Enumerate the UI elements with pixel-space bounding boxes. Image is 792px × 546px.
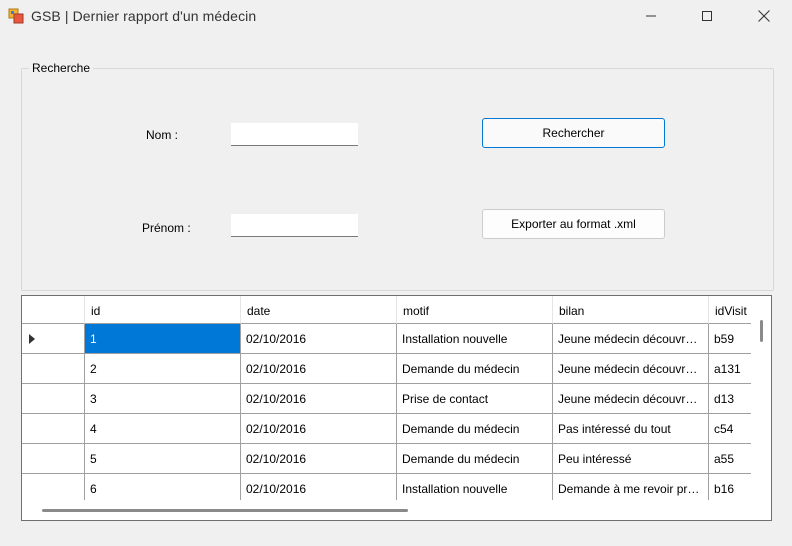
nom-label: Nom :: [146, 128, 179, 142]
cell-id[interactable]: 3: [85, 384, 241, 414]
cell-date[interactable]: 02/10/2016: [241, 384, 397, 414]
cell-id[interactable]: 5: [85, 444, 241, 474]
grid-header-row: id date motif bilan idVisit: [22, 296, 752, 324]
maximize-button[interactable]: [684, 0, 730, 32]
cell-id[interactable]: 2: [85, 354, 241, 384]
horizontal-scrollbar[interactable]: [22, 500, 771, 520]
cell-id[interactable]: 1: [85, 324, 241, 354]
row-header-corner[interactable]: [22, 296, 85, 324]
row-header[interactable]: [22, 414, 85, 444]
cell-id[interactable]: 4: [85, 414, 241, 444]
column-header-bilan[interactable]: bilan: [553, 296, 709, 324]
cell-motif[interactable]: Prise de contact: [397, 384, 553, 414]
row-header[interactable]: [22, 384, 85, 414]
cell-date[interactable]: 02/10/2016: [241, 324, 397, 354]
cell-bilan[interactable]: Jeune médecin découvrant le métier: [553, 324, 709, 354]
cell-idvisit[interactable]: b59: [709, 324, 752, 354]
table-row[interactable]: 3 02/10/2016 Prise de contact Jeune méde…: [22, 384, 752, 414]
search-groupbox: [21, 68, 774, 291]
app-icon: [8, 8, 24, 24]
column-header-date[interactable]: date: [241, 296, 397, 324]
cell-idvisit[interactable]: b16: [709, 474, 752, 500]
cell-motif[interactable]: Demande du médecin: [397, 414, 553, 444]
column-header-idvisit[interactable]: idVisit: [709, 296, 752, 324]
vertical-scrollbar[interactable]: [751, 296, 771, 500]
minimize-icon: [646, 15, 656, 17]
vertical-scroll-thumb[interactable]: [760, 320, 763, 342]
cell-idvisit[interactable]: a55: [709, 444, 752, 474]
table-row[interactable]: 1 02/10/2016 Installation nouvelle Jeune…: [22, 324, 752, 354]
cell-id[interactable]: 6: [85, 474, 241, 500]
prenom-input[interactable]: [231, 214, 358, 237]
minimize-button[interactable]: [628, 0, 674, 32]
title-bar[interactable]: GSB | Dernier rapport d'un médecin: [0, 0, 792, 32]
cell-bilan[interactable]: Jeune médecin découvrant le métier: [553, 354, 709, 384]
window-title: GSB | Dernier rapport d'un médecin: [31, 8, 257, 24]
rapports-grid[interactable]: id date motif bilan idVisit 1 02/10/2016…: [21, 295, 772, 521]
cell-date[interactable]: 02/10/2016: [241, 414, 397, 444]
prenom-label: Prénom :: [142, 221, 191, 235]
row-header[interactable]: [22, 354, 85, 384]
table-row[interactable]: 5 02/10/2016 Demande du médecin Peu inté…: [22, 444, 752, 474]
column-header-motif[interactable]: motif: [397, 296, 553, 324]
cell-motif[interactable]: Installation nouvelle: [397, 324, 553, 354]
cell-idvisit[interactable]: c54: [709, 414, 752, 444]
cell-motif[interactable]: Demande du médecin: [397, 444, 553, 474]
close-button[interactable]: [741, 0, 787, 32]
row-header[interactable]: [22, 474, 85, 500]
close-icon: [758, 10, 770, 22]
search-group-title: Recherche: [29, 61, 94, 75]
export-xml-button[interactable]: Exporter au format .xml: [482, 209, 665, 239]
grid-viewport: id date motif bilan idVisit 1 02/10/2016…: [22, 296, 752, 500]
cell-motif[interactable]: Installation nouvelle: [397, 474, 553, 500]
rechercher-button[interactable]: Rechercher: [482, 118, 665, 148]
horizontal-scroll-thumb[interactable]: [42, 509, 408, 512]
cell-idvisit[interactable]: d13: [709, 384, 752, 414]
cell-bilan[interactable]: Jeune médecin découvrant le métier: [553, 384, 709, 414]
table-row[interactable]: 2 02/10/2016 Demande du médecin Jeune mé…: [22, 354, 752, 384]
cell-date[interactable]: 02/10/2016: [241, 354, 397, 384]
column-header-id[interactable]: id: [85, 296, 241, 324]
row-header[interactable]: [22, 324, 85, 354]
table-row[interactable]: 4 02/10/2016 Demande du médecin Pas inté…: [22, 414, 752, 444]
cell-bilan[interactable]: Peu intéressé: [553, 444, 709, 474]
table-row[interactable]: 6 02/10/2016 Installation nouvelle Deman…: [22, 474, 752, 500]
current-row-arrow-icon: [29, 334, 35, 344]
nom-input[interactable]: [231, 123, 358, 146]
cell-idvisit[interactable]: a131: [709, 354, 752, 384]
cell-bilan[interactable]: Pas intéressé du tout: [553, 414, 709, 444]
cell-motif[interactable]: Demande du médecin: [397, 354, 553, 384]
row-header[interactable]: [22, 444, 85, 474]
cell-bilan[interactable]: Demande à me revoir prochainement: [553, 474, 709, 500]
maximize-icon: [702, 11, 712, 21]
cell-date[interactable]: 02/10/2016: [241, 474, 397, 500]
cell-date[interactable]: 02/10/2016: [241, 444, 397, 474]
